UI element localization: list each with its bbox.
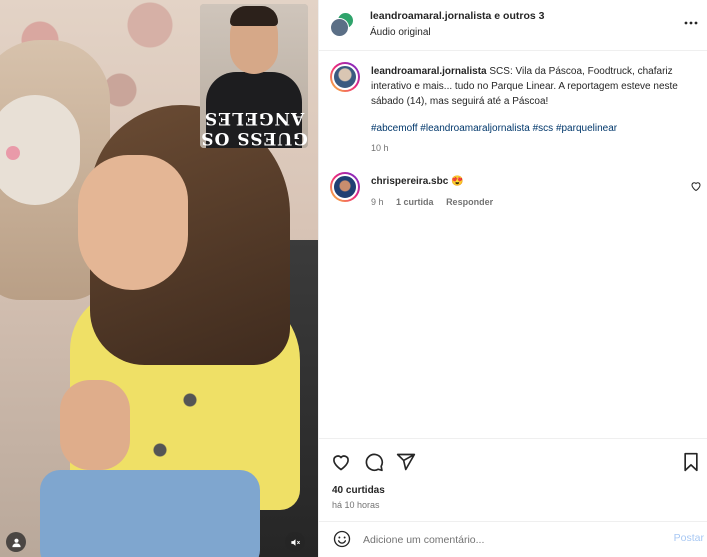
comment-like-heart-icon[interactable]: [690, 180, 702, 192]
caption-time: 10 h: [371, 143, 389, 153]
post-video[interactable]: GUESS OS ANGELES: [0, 0, 318, 557]
instagram-post: GUESS OS ANGELES leandroamaral.jornalist…: [0, 0, 707, 557]
mute-button[interactable]: [285, 532, 305, 552]
hashtag-link[interactable]: #scs: [533, 123, 554, 134]
caption-username[interactable]: leandroamaral.jornalista: [371, 66, 487, 77]
emoji-icon[interactable]: [333, 530, 351, 548]
reporter-hair: [230, 6, 278, 26]
comment-meta: 9 h 1 curtida Responder: [371, 197, 493, 207]
speaker-muted-icon: [290, 538, 300, 546]
audio-link[interactable]: Áudio original: [370, 27, 431, 38]
hashtag-link[interactable]: #parquelinear: [556, 123, 617, 134]
girl-face: [78, 155, 188, 290]
caption: leandroamaral.jornalista SCS: Vila da Pá…: [371, 64, 701, 109]
heart-icon: [333, 455, 349, 471]
add-comment-bar: Postar: [319, 521, 707, 557]
comment-username[interactable]: chrispereira.sbc: [371, 176, 448, 187]
post-timestamp: há 10 horas: [332, 500, 380, 510]
girl-jeans: [40, 470, 260, 557]
like-button[interactable]: [330, 451, 352, 473]
user-tag-icon: [11, 538, 21, 547]
post-sidebar: leandroamaral.jornalista e outros 3 Áudi…: [318, 0, 707, 557]
comment-input[interactable]: [363, 531, 643, 549]
share-button[interactable]: [395, 451, 417, 473]
post-comment-button[interactable]: Postar: [674, 532, 704, 544]
post-header: leandroamaral.jornalista e outros 3 Áudi…: [319, 0, 707, 51]
caption-hashtags: #abcemoff #leandroamaraljornalista #scs …: [371, 123, 617, 134]
picture-in-picture-video: GUESS OS ANGELES: [200, 4, 308, 148]
hashtag-link[interactable]: #leandroamaraljornalista: [420, 123, 530, 134]
comment-likes[interactable]: 1 curtida: [396, 197, 434, 207]
comment-body: 😍: [448, 176, 464, 187]
more-horizontal-icon: [684, 21, 698, 25]
paper-plane-icon: [396, 453, 416, 471]
save-button[interactable]: [680, 451, 702, 473]
commenter-avatar[interactable]: [330, 172, 360, 202]
comment-button[interactable]: [363, 451, 385, 473]
action-bar: [319, 438, 707, 481]
comment-time: 9 h: [371, 197, 384, 207]
caption-avatar[interactable]: [330, 62, 360, 92]
bookmark-icon: [684, 452, 698, 472]
shirt-print: GUESS OS ANGELES: [200, 108, 308, 148]
comment-bubble-icon: [365, 453, 384, 472]
bunny-cheek: [6, 146, 20, 160]
girl-hand: [60, 380, 130, 470]
hashtag-link[interactable]: #abcemoff: [371, 123, 418, 134]
author-username[interactable]: leandroamaral.jornalista e outros 3: [370, 10, 544, 22]
comment: chrispereira.sbc 😍: [371, 176, 464, 187]
likes-count[interactable]: 40 curtidas: [332, 485, 385, 496]
tagged-users-button[interactable]: [6, 532, 26, 552]
more-options-button[interactable]: [681, 13, 701, 33]
author-avatar[interactable]: [330, 18, 349, 37]
reply-button[interactable]: Responder: [446, 197, 493, 207]
